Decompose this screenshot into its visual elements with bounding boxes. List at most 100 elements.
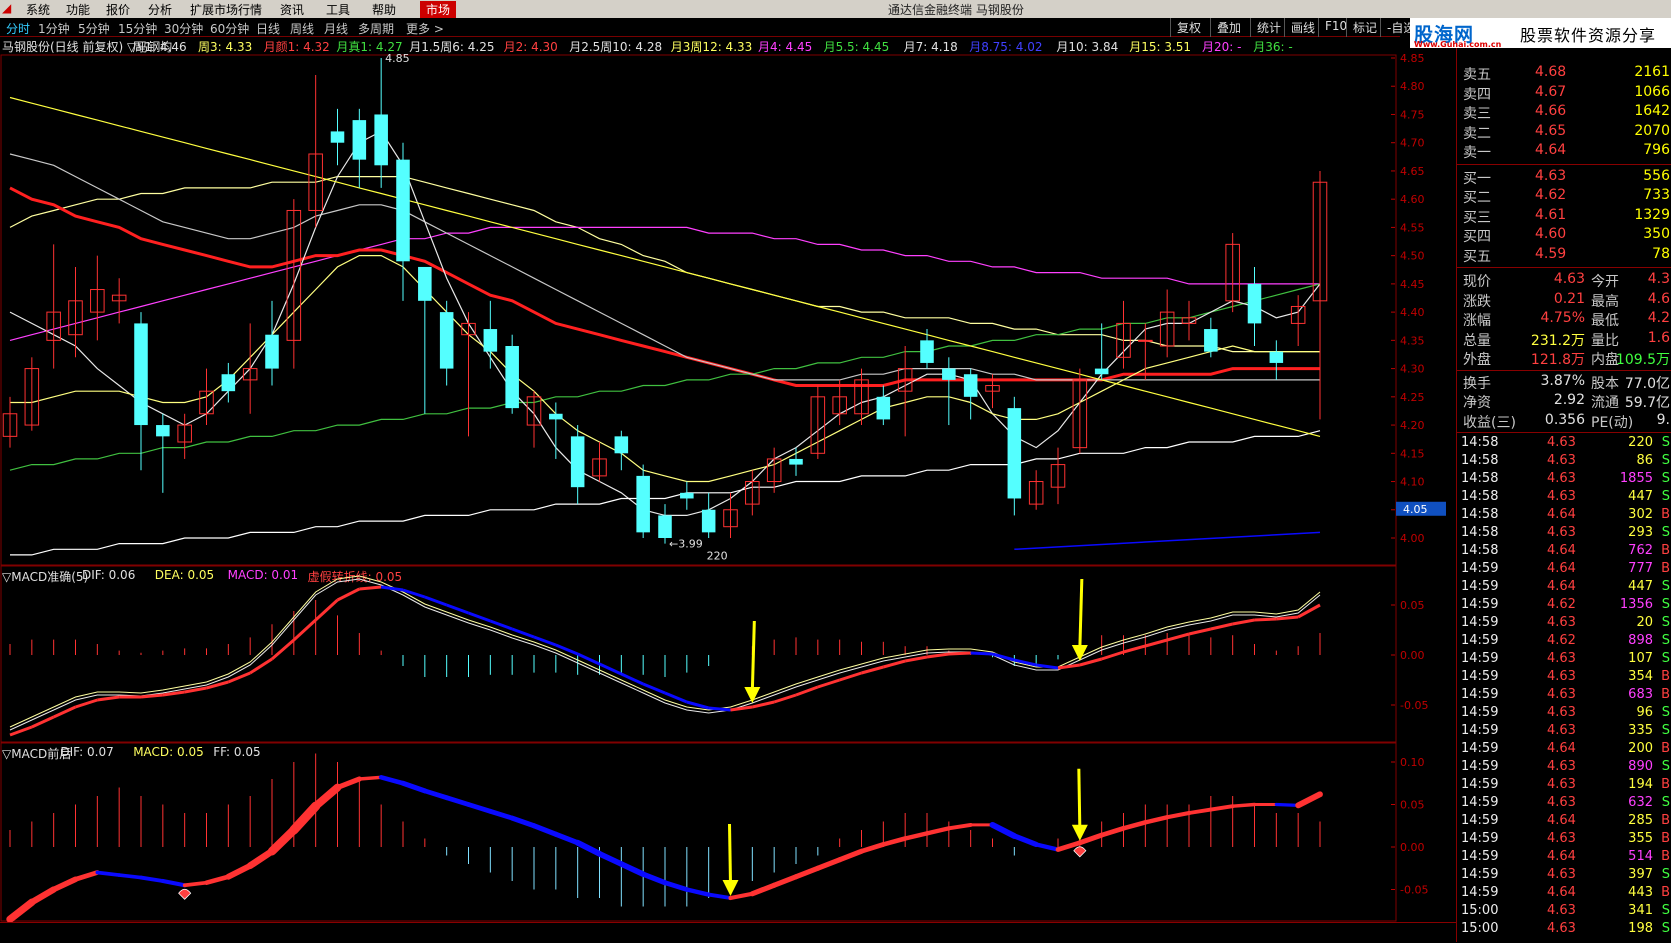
macd1-dea-segment (97, 695, 120, 702)
macd2-line-segment (1230, 802, 1257, 808)
macd2-line-segment (662, 880, 690, 892)
tick-time: 14:58 (1461, 471, 1499, 486)
price-tick-label: 4.55 (1400, 221, 1425, 234)
candle-body (483, 329, 498, 352)
tick-volume: 890 (1628, 759, 1653, 774)
order-book-volume: 796 (1643, 142, 1670, 158)
macd1-tick-label: 0.00 (1400, 649, 1425, 662)
tick-price: 4.63 (1547, 471, 1576, 486)
macd2-line-segment (225, 862, 254, 880)
tick-row: 14:58 4.63 1855 S (1457, 471, 1671, 490)
candle-body (439, 312, 454, 369)
candle-body (330, 131, 345, 143)
macd1-arrow-head (1071, 645, 1088, 661)
tick-row: 14:59 4.62 898 S (1457, 633, 1671, 652)
candle-body (570, 436, 585, 488)
order-book-volume: 1642 (1634, 103, 1670, 119)
macd2-tick-label: 0.00 (1400, 841, 1425, 854)
price-tick-label: 4.20 (1400, 419, 1425, 432)
tick-side: S (1661, 435, 1670, 450)
stat-row: 涨幅 4.75% 最低 4.2 (1457, 310, 1671, 330)
macd2-line-segment (903, 831, 930, 841)
candle-body (1247, 283, 1262, 324)
tick-side: S (1661, 453, 1670, 468)
macd2-line-segment (182, 880, 209, 888)
macd2-line-segment (204, 874, 231, 885)
macd1-dea-segment (75, 698, 98, 709)
macd2-line-segment (378, 775, 406, 786)
tick-volume: 1356 (1619, 597, 1653, 612)
order-book-buy-row: 买三 4.61 1329 (1457, 207, 1671, 227)
tick-time: 14:59 (1461, 597, 1499, 612)
order-book-volume: 1066 (1634, 83, 1670, 100)
tick-price: 4.63 (1547, 525, 1576, 540)
macd1-dea-segment (970, 651, 993, 656)
tick-volume: 447 (1628, 579, 1653, 594)
tick-price: 4.63 (1547, 831, 1576, 846)
macd1-pane-frame (0, 565, 1397, 743)
tick-row: 14:59 4.63 890 S (1457, 759, 1671, 778)
tick-price: 4.64 (1547, 507, 1576, 522)
tick-volume: 20 (1636, 615, 1653, 630)
order-book-label: 卖二 (1463, 125, 1491, 142)
tick-price: 4.63 (1547, 777, 1576, 792)
tick-price: 4.64 (1547, 849, 1576, 864)
macd1-dea-segment (1144, 638, 1168, 648)
order-book-price: 4.67 (1535, 83, 1567, 100)
tick-volume: 341 (1628, 903, 1653, 918)
candle-body (658, 515, 672, 538)
tick-time: 14:58 (1461, 435, 1499, 450)
stat-value: 4.63 (1553, 271, 1585, 287)
tick-side: S (1661, 867, 1670, 882)
order-book-sell-row: 卖四 4.67 1066 (1457, 84, 1671, 104)
tick-row: 14:58 4.63 293 S (1457, 525, 1671, 544)
macd2-arrow-shaft (1077, 768, 1082, 829)
macd2-arrow-head (722, 880, 739, 896)
tick-volume: 302 (1628, 507, 1653, 522)
candle-body (352, 120, 367, 160)
tick-price: 4.63 (1547, 921, 1576, 936)
tick-time: 14:58 (1461, 489, 1499, 504)
tick-side: B (1661, 831, 1670, 846)
tick-time: 14:58 (1461, 507, 1499, 522)
high-annotation: 4.85 (385, 52, 410, 65)
low-count-annotation: 220 (707, 550, 728, 563)
stat-value: 109.5万 (1615, 352, 1670, 368)
macd2-line-segment (837, 848, 865, 863)
candle-body (549, 413, 563, 420)
stat-row: 涨跌 0.21 最高 4.6 (1457, 291, 1671, 311)
macd2-line-segment (706, 892, 733, 900)
macd2-line-segment (334, 776, 362, 791)
tick-price: 4.63 (1547, 651, 1576, 666)
macd1-tick-label: 0.05 (1400, 599, 1425, 612)
order-book-price: 4.64 (1535, 142, 1567, 158)
order-book-price: 4.59 (1535, 245, 1567, 262)
candle-body (876, 396, 891, 420)
candle-body (396, 159, 410, 262)
order-book-price: 4.65 (1535, 122, 1567, 139)
macd1-dea-segment (1166, 632, 1190, 642)
tick-price: 4.64 (1547, 741, 1576, 756)
tick-time: 14:59 (1461, 867, 1499, 882)
tick-row: 14:59 4.63 107 S (1457, 651, 1671, 670)
macd1-dea-segment (773, 693, 797, 704)
chart-area[interactable]: 4.00 4.05 4.10 4.15 4.20 4.25 4.30 4.35 4.40 4.45… (0, 0, 1456, 942)
tick-time: 14:59 (1461, 633, 1499, 648)
candle-body (374, 114, 388, 166)
bottom-bar (0, 922, 1456, 943)
tick-time: 14:59 (1461, 777, 1499, 792)
macd1-dea-segment (948, 651, 971, 656)
tick-time: 14:59 (1461, 669, 1499, 684)
tick-time: 14:59 (1461, 813, 1499, 828)
macd2-signal-marker (178, 888, 192, 900)
macd2-line-segment (1187, 807, 1213, 815)
candle-body (701, 509, 716, 533)
macd2-line-segment (509, 815, 537, 829)
tick-side: B (1661, 561, 1670, 576)
tick-side: S (1661, 615, 1670, 630)
order-book-buy-row: 买二 4.62 733 (1457, 187, 1671, 207)
quote-panel: 卖五 4.68 2161 卖四 4.67 1066 卖三 4.66 1642 卖二 4.65 2070… (1456, 48, 1671, 942)
candle-body (942, 368, 956, 380)
tick-time: 15:00 (1461, 903, 1499, 918)
macd1-dea-segment (424, 595, 448, 607)
